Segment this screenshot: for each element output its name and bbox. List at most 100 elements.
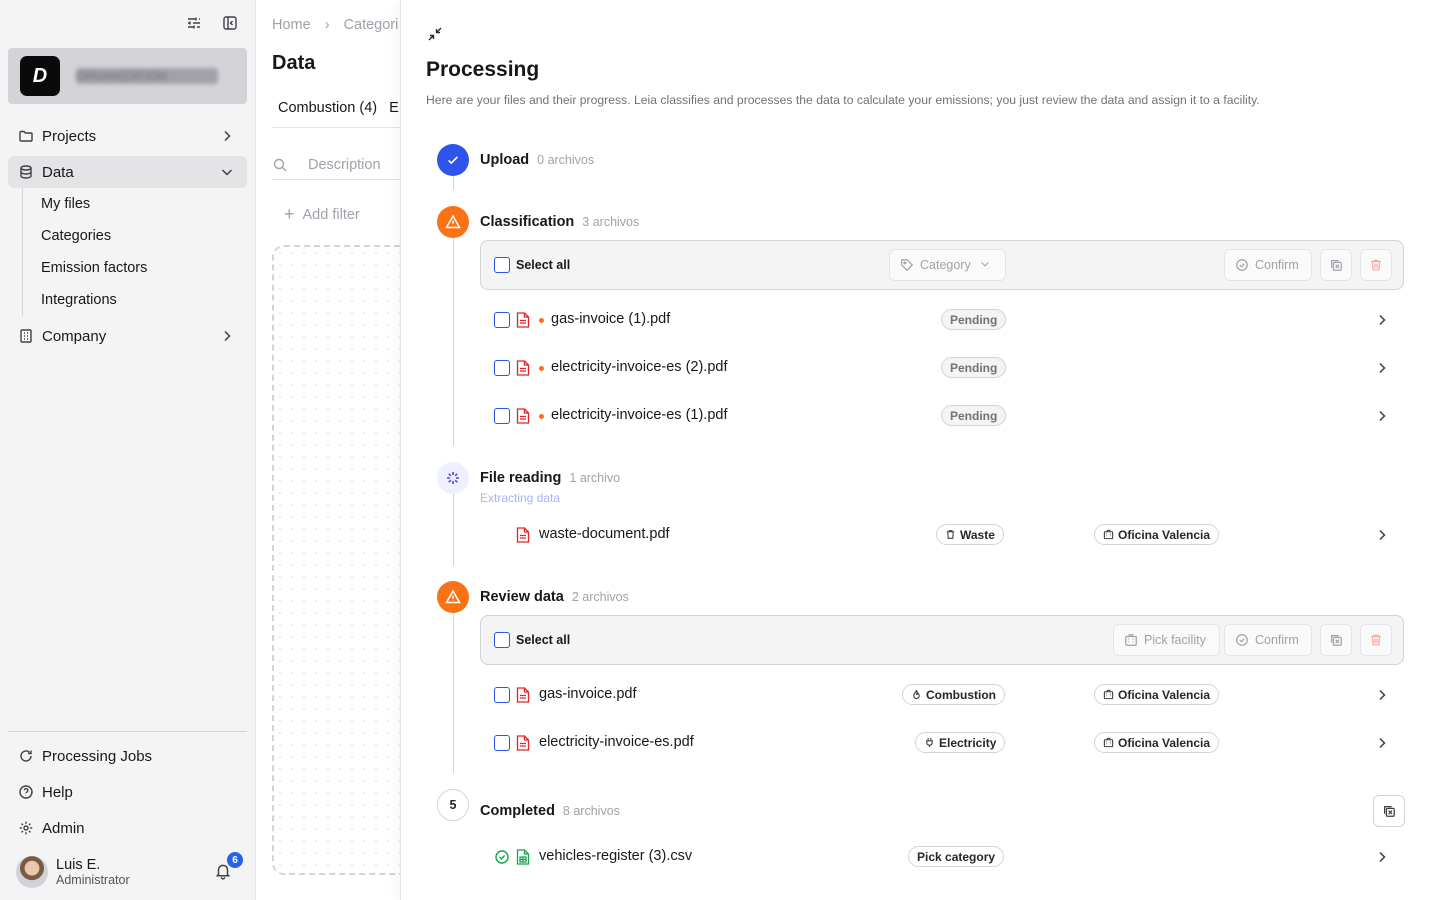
pending-dot xyxy=(539,318,544,323)
chevron-right-icon[interactable] xyxy=(1374,408,1390,424)
chevron-right-icon[interactable] xyxy=(1374,360,1390,376)
notification-badge: 6 xyxy=(227,852,243,868)
nav-integrations[interactable]: Integrations xyxy=(41,290,117,310)
row-checkbox[interactable] xyxy=(494,312,510,328)
dismiss-button[interactable] xyxy=(1320,624,1352,656)
nav-projects[interactable]: Projects xyxy=(8,120,247,152)
step-file-reading-status: Extracting data xyxy=(480,491,561,505)
search-input[interactable]: Description xyxy=(272,150,400,180)
category-dropdown-label: Category xyxy=(920,258,971,272)
tag-icon xyxy=(900,258,914,272)
checkbox[interactable] xyxy=(494,632,510,648)
review-file-row[interactable]: gas-invoice.pdf Combustion Oficina Valen… xyxy=(480,683,1404,707)
database-icon xyxy=(18,164,34,180)
nav-categories[interactable]: Categories xyxy=(41,226,111,246)
step-completed-title: Completed xyxy=(480,803,555,819)
facility-badge[interactable]: Oficina Valencia xyxy=(1094,684,1220,705)
nav-admin[interactable]: Admin xyxy=(8,812,247,844)
nav-emission-factors[interactable]: Emission factors xyxy=(41,258,147,278)
confirm-button[interactable]: Confirm xyxy=(1224,249,1312,281)
pick-category-button[interactable]: Pick category xyxy=(908,846,1005,867)
chevron-down-icon xyxy=(979,258,993,272)
file-drop-zone[interactable] xyxy=(272,245,400,875)
row-checkbox[interactable] xyxy=(494,360,510,376)
file-name: waste-document.pdf xyxy=(539,526,670,542)
sidebar-collapse-icon[interactable] xyxy=(221,14,239,32)
chevron-right-icon[interactable] xyxy=(1374,312,1390,328)
pdf-file-icon xyxy=(516,687,530,703)
category-dropdown[interactable]: Category xyxy=(889,249,1006,281)
step-classification-title: Classification xyxy=(480,214,575,230)
facility-badge[interactable]: Oficina Valencia xyxy=(1094,732,1220,753)
check-circle-icon xyxy=(1235,258,1249,272)
select-all-label: Select all xyxy=(516,633,571,647)
building-icon xyxy=(1103,689,1114,700)
status-badge: Pending xyxy=(941,405,1007,426)
checkbox[interactable] xyxy=(494,257,510,273)
chevron-right-icon[interactable] xyxy=(1374,687,1390,703)
step-file-reading-title: File reading xyxy=(480,470,562,486)
step-file-reading-count: 1 archivo xyxy=(569,471,621,485)
pick-facility-button[interactable]: Pick facility xyxy=(1113,624,1220,656)
building-icon xyxy=(1103,529,1114,540)
trash-icon xyxy=(1369,258,1383,272)
processing-icon xyxy=(437,462,469,494)
nav-data[interactable]: Data xyxy=(8,156,247,188)
nav-my-files[interactable]: My files xyxy=(41,194,90,214)
completed-file-row[interactable]: vehicles-register (3).csv Pick category xyxy=(480,845,1404,869)
breadcrumb-categories[interactable]: Categori xyxy=(344,17,399,33)
file-name: electricity-invoice-es (1).pdf xyxy=(551,407,728,423)
check-circle-icon xyxy=(1235,633,1249,647)
classification-file-row[interactable]: electricity-invoice-es (2).pdf Pending xyxy=(480,356,1404,380)
file-name: vehicles-register (3).csv xyxy=(539,848,693,864)
warning-icon xyxy=(437,206,469,238)
row-checkbox[interactable] xyxy=(494,408,510,424)
review-file-row[interactable]: electricity-invoice-es.pdf Electricity O… xyxy=(480,731,1404,755)
minimize-icon[interactable] xyxy=(427,26,443,42)
nav-help[interactable]: Help xyxy=(8,776,247,808)
submenu-guide-line xyxy=(22,188,23,316)
dismiss-button[interactable] xyxy=(1320,249,1352,281)
step-completed-count: 8 archivos xyxy=(562,804,620,818)
category-badge[interactable]: Electricity xyxy=(915,732,1006,753)
chevron-right-icon[interactable] xyxy=(1374,527,1390,543)
select-all-checkbox[interactable]: Select all xyxy=(494,257,570,273)
add-filter-button[interactable]: + Add filter xyxy=(284,204,360,225)
chevron-right-icon[interactable] xyxy=(1374,735,1390,751)
select-all-checkbox[interactable]: Select all xyxy=(494,632,570,648)
breadcrumb-home[interactable]: Home xyxy=(272,17,311,33)
organization-switcher[interactable]: D ORGANIZATION xyxy=(8,48,247,104)
delete-button[interactable] xyxy=(1360,249,1392,281)
confirm-button[interactable]: Confirm xyxy=(1224,624,1312,656)
row-checkbox[interactable] xyxy=(494,687,510,703)
dismiss-completed-button[interactable] xyxy=(1373,795,1405,827)
org-name: ORGANIZATION xyxy=(76,68,218,84)
facility-label: Oficina Valencia xyxy=(1118,735,1211,750)
user-profile[interactable]: Luis E. Administrator xyxy=(16,856,130,888)
chevron-right-icon xyxy=(219,128,235,144)
chevron-right-icon[interactable] xyxy=(1374,849,1390,865)
row-checkbox[interactable] xyxy=(494,735,510,751)
copy-x-icon xyxy=(1329,258,1343,272)
category-badge[interactable]: Combustion xyxy=(902,684,1005,705)
pdf-file-icon xyxy=(516,735,530,751)
classification-file-row[interactable]: gas-invoice (1).pdf Pending xyxy=(480,308,1404,332)
tab-next[interactable]: E xyxy=(389,100,399,116)
delete-button[interactable] xyxy=(1360,624,1392,656)
chevron-right-icon: › xyxy=(324,17,330,33)
classification-file-row[interactable]: electricity-invoice-es (1).pdf Pending xyxy=(480,404,1404,428)
breadcrumb: Home › Categori xyxy=(272,17,398,33)
check-circle-icon xyxy=(494,849,509,865)
search-placeholder: Description xyxy=(308,156,381,173)
category-label: Electricity xyxy=(939,735,997,750)
nav-company[interactable]: Company xyxy=(8,320,247,352)
tab-combustion[interactable]: Combustion (4) xyxy=(278,100,377,116)
file-reading-row[interactable]: waste-document.pdf Waste Oficina Valenci… xyxy=(480,523,1404,547)
step-file-reading-header: File reading 1 archivo xyxy=(480,470,620,486)
chevron-down-icon xyxy=(219,164,235,180)
nav-processing-jobs[interactable]: Processing Jobs xyxy=(8,740,247,772)
settings-sliders-icon[interactable] xyxy=(185,14,203,32)
panel-description: Here are your files and their progress. … xyxy=(426,93,1260,107)
timeline-connector xyxy=(453,494,454,566)
processing-panel: Processing Here are your files and their… xyxy=(400,0,1440,900)
